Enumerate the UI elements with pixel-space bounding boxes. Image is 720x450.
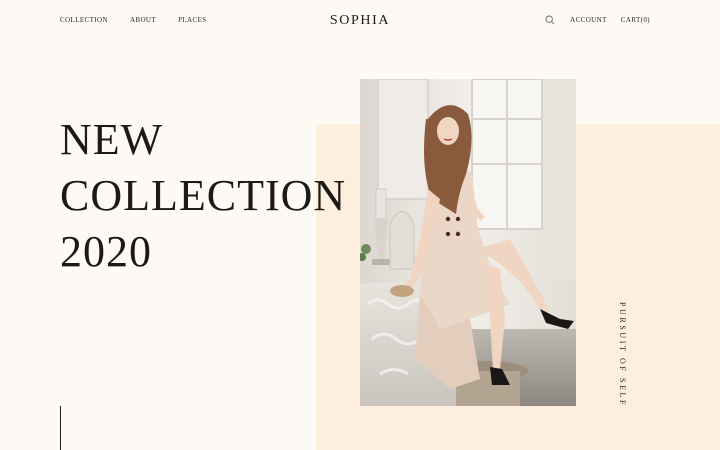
primary-nav: COLLECTION ABOUT PLACES bbox=[60, 15, 207, 25]
hero-title-line-3: 2020 bbox=[60, 227, 152, 276]
fashion-model-image bbox=[360, 79, 576, 406]
nav-link-places[interactable]: PLACES bbox=[178, 15, 206, 25]
brand-logo[interactable]: SOPHIA bbox=[330, 13, 390, 28]
utility-nav: ACCOUNT CART (0) bbox=[544, 14, 650, 26]
cart-link[interactable]: CART (0) bbox=[621, 15, 650, 25]
hero-title-line-1: NEW bbox=[60, 115, 164, 164]
cart-count: (0) bbox=[640, 16, 650, 24]
search-button[interactable] bbox=[544, 14, 556, 26]
scroll-indicator-line bbox=[60, 406, 61, 450]
nav-link-collection[interactable]: COLLECTION bbox=[60, 15, 108, 25]
cart-label: CART bbox=[620, 16, 641, 24]
nav-link-about[interactable]: ABOUT bbox=[130, 15, 156, 25]
hero-title: NEW COLLECTION 2020 bbox=[60, 112, 346, 280]
hero-title-line-2: COLLECTION bbox=[60, 171, 347, 220]
cart-count-value: 0 bbox=[643, 16, 648, 24]
vertical-tagline: PURSUIT OF SELF bbox=[618, 302, 627, 408]
hero-photo bbox=[360, 79, 576, 406]
account-link[interactable]: ACCOUNT bbox=[570, 15, 607, 25]
search-icon bbox=[545, 15, 555, 25]
